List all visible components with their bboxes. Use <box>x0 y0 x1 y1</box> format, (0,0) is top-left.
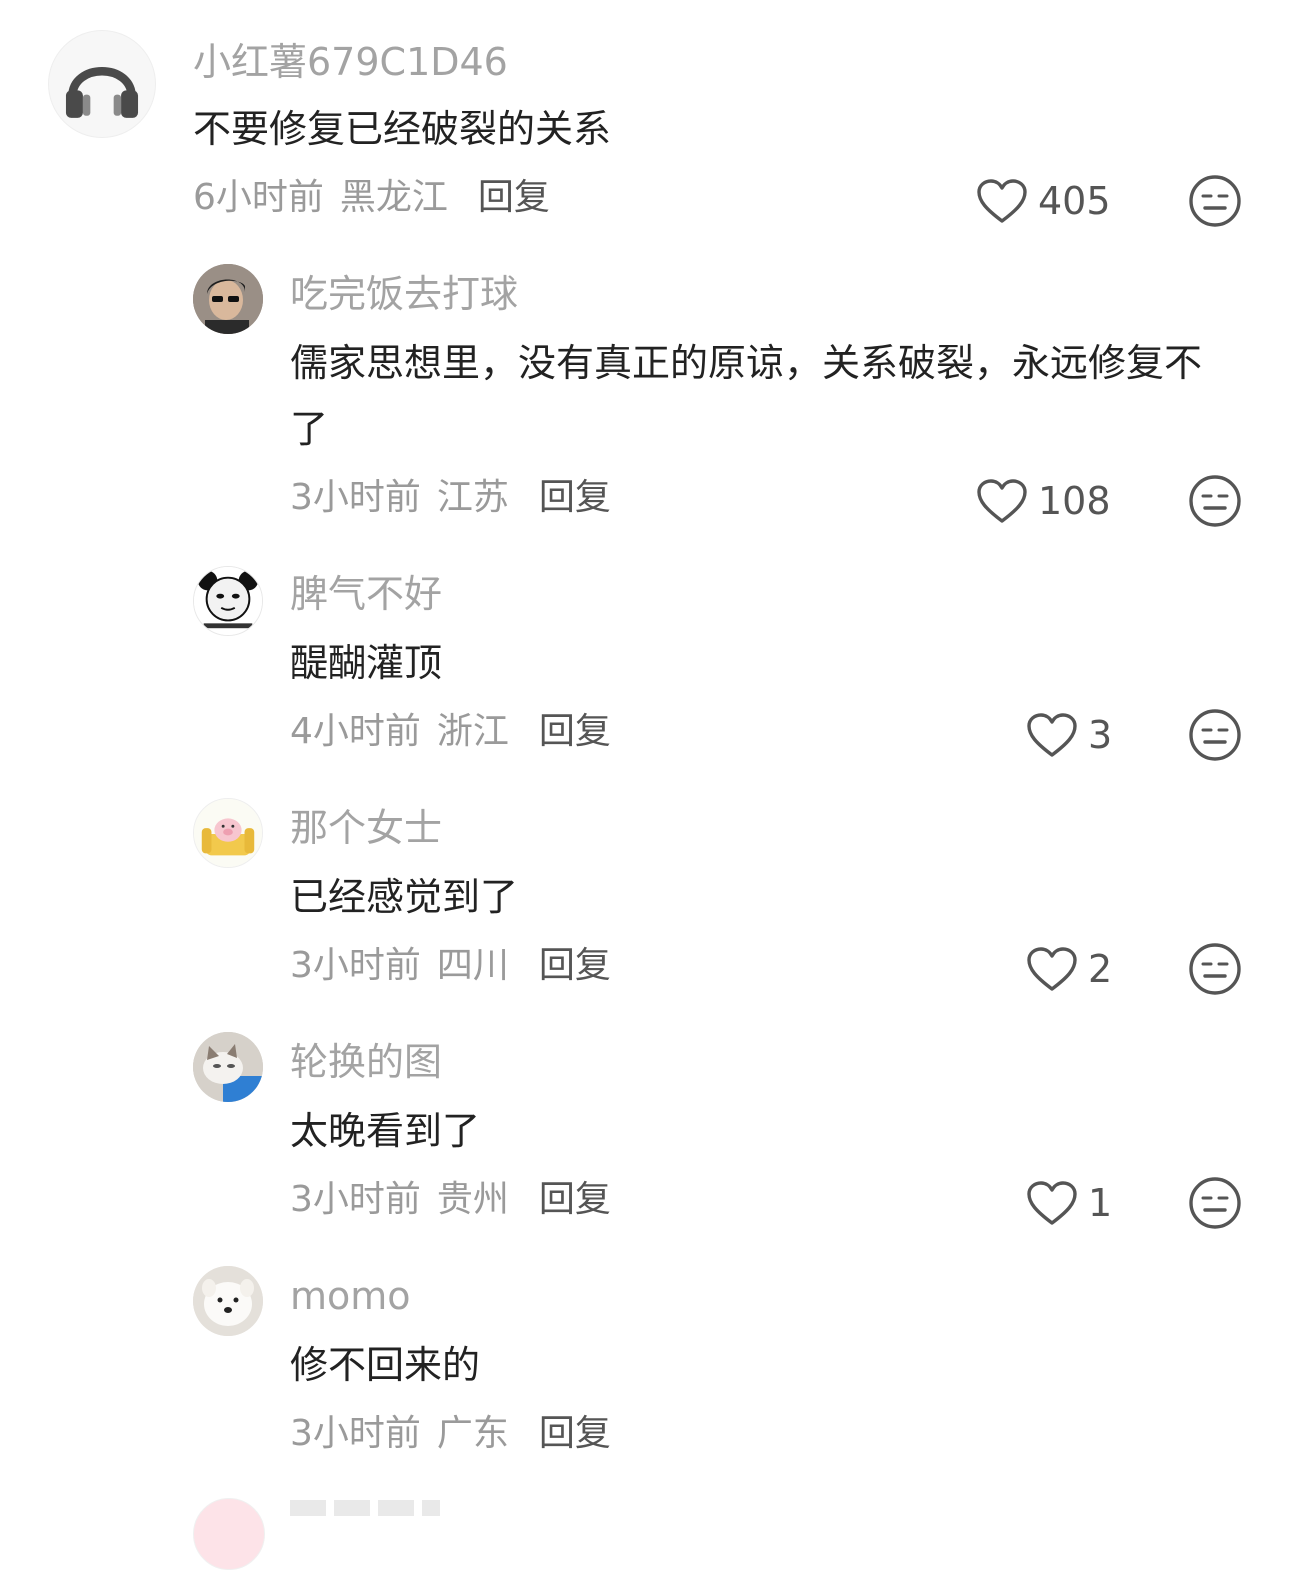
avatar[interactable] <box>193 566 263 636</box>
cat-avatar <box>193 1032 263 1102</box>
heart-icon <box>977 179 1027 223</box>
comment-item: 小红薯679C1D46 不要修复已经破裂的关系 6小时前 黑龙江 回复 405 <box>0 0 1290 240</box>
samoyed-dog-avatar <box>193 1266 263 1336</box>
like-button[interactable]: 2 <box>1026 944 1112 994</box>
like-button[interactable]: 108 <box>976 476 1111 526</box>
headphones-icon <box>65 67 139 118</box>
reply-button[interactable]: 回复 <box>539 1413 611 1454</box>
reply-item: 那个女士 已经感觉到了 3小时前 四川 回复 2 <box>0 774 1290 1008</box>
comment-time: 3小时前 <box>290 1179 421 1220</box>
pig-on-sofa-avatar <box>194 799 262 867</box>
dislike-button[interactable] <box>1188 942 1242 996</box>
dislike-button[interactable] <box>1188 174 1242 228</box>
comment-location: 江苏 <box>436 477 509 518</box>
panda-meme-avatar <box>194 567 262 635</box>
comment-location: 贵州 <box>436 1179 509 1220</box>
comment-location: 四川 <box>436 945 509 986</box>
heart-icon <box>1027 947 1077 991</box>
like-button[interactable]: 405 <box>976 176 1111 226</box>
dislike-button[interactable] <box>1188 1176 1242 1230</box>
avatar[interactable] <box>48 30 156 138</box>
comment-time: 3小时前 <box>290 1413 421 1454</box>
username[interactable]: 脾气不好 <box>290 570 442 618</box>
comment-meta: 3小时前 江苏 回复 <box>290 475 611 521</box>
meh-face-icon <box>1189 475 1241 527</box>
comment-location: 黑龙江 <box>339 177 448 218</box>
reply-button[interactable]: 回复 <box>539 711 611 752</box>
avatar[interactable] <box>193 264 263 334</box>
heart-icon <box>1027 713 1077 757</box>
person-sunglasses-avatar <box>193 264 263 334</box>
comment-meta: 3小时前 四川 回复 <box>290 943 611 989</box>
dislike-button[interactable] <box>1188 708 1242 762</box>
like-button[interactable]: 3 <box>1026 710 1112 760</box>
comment-text: 不要修复已经破裂的关系 <box>193 107 612 151</box>
username[interactable]: 小红薯679C1D46 <box>193 38 508 86</box>
like-count: 1 <box>1088 1181 1113 1225</box>
comment-location: 广东 <box>436 1413 509 1454</box>
comment-meta: 3小时前 贵州 回复 <box>290 1177 611 1223</box>
comment-meta: 3小时前 广东 回复 <box>290 1411 611 1457</box>
comment-meta: 6小时前 黑龙江 回复 <box>193 175 550 221</box>
comment-time: 3小时前 <box>290 477 421 518</box>
reply-button[interactable]: 回复 <box>539 945 611 986</box>
username[interactable]: 轮换的图 <box>290 1038 442 1086</box>
reply-button[interactable]: 回复 <box>478 177 550 218</box>
meh-face-icon <box>1189 943 1241 995</box>
dislike-button[interactable] <box>1188 474 1242 528</box>
heart-icon <box>1027 1181 1077 1225</box>
comment-text: 太晚看到了 <box>290 1109 481 1153</box>
like-count: 2 <box>1088 947 1113 991</box>
comment-meta: 4小时前 浙江 回复 <box>290 709 611 755</box>
like-count: 405 <box>1038 179 1111 223</box>
comment-text: 已经感觉到了 <box>290 875 519 919</box>
reply-button[interactable]: 回复 <box>539 477 611 518</box>
meh-face-icon <box>1189 175 1241 227</box>
comment-time: 6小时前 <box>193 177 324 218</box>
comment-time: 4小时前 <box>290 711 421 752</box>
reply-item: momo 修不回来的 3小时前 广东 回复 <box>0 1242 1290 1482</box>
like-count: 3 <box>1088 713 1113 757</box>
meh-face-icon <box>1189 1177 1241 1229</box>
comment-location: 浙江 <box>436 711 509 752</box>
avatar[interactable] <box>193 1032 263 1102</box>
username[interactable]: 吃完饭去打球 <box>290 270 518 318</box>
comment-text: 修不回来的 <box>290 1343 481 1387</box>
avatar[interactable] <box>193 1266 263 1336</box>
reply-item: 轮换的图 太晚看到了 3小时前 贵州 回复 1 <box>0 1008 1290 1242</box>
username[interactable]: momo <box>290 1272 411 1320</box>
username[interactable]: 那个女士 <box>290 804 442 852</box>
comment-text: 儒家思想里，没有真正的原谅，关系破裂，永远修复不了 <box>290 341 1203 451</box>
avatar[interactable] <box>193 1498 265 1570</box>
comment-text: 醍醐灌顶 <box>290 641 443 685</box>
username-partial <box>290 1500 440 1516</box>
meh-face-icon <box>1189 709 1241 761</box>
like-button[interactable]: 1 <box>1026 1178 1112 1228</box>
reply-button[interactable]: 回复 <box>539 1179 611 1220</box>
reply-item: 脾气不好 醍醐灌顶 4小时前 浙江 回复 3 <box>0 540 1290 774</box>
like-count: 108 <box>1038 479 1111 523</box>
comment-time: 3小时前 <box>290 945 421 986</box>
heart-icon <box>977 479 1027 523</box>
avatar[interactable] <box>193 798 263 868</box>
reply-item: 吃完饭去打球 儒家思想里，没有真正的原谅，关系破裂，永远修复不了 3小时前 江苏回… <box>0 240 1290 540</box>
